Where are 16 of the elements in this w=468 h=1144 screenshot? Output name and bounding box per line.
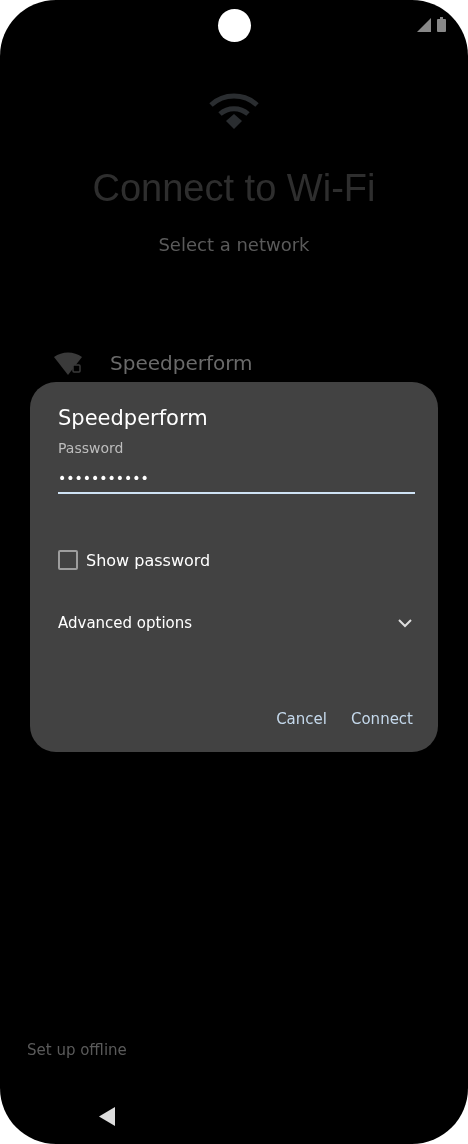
battery-icon bbox=[437, 17, 446, 32]
password-field[interactable]: ••••••••••• bbox=[58, 468, 415, 494]
chevron-icon[interactable] bbox=[398, 618, 412, 628]
page-subtitle: Select a network bbox=[158, 234, 310, 255]
network-name[interactable]: Speedperform bbox=[110, 352, 253, 374]
checkbox[interactable] bbox=[58, 550, 78, 570]
wifi-icon bbox=[209, 93, 259, 129]
advanced-options-label[interactable]: Advanced options bbox=[58, 614, 193, 632]
dialog-title: Speedperform bbox=[58, 406, 209, 430]
signal-icon bbox=[417, 18, 431, 32]
password-label: Password bbox=[58, 440, 125, 456]
back-icon[interactable] bbox=[99, 1107, 115, 1126]
checkbox-label: Show password bbox=[86, 550, 211, 570]
camera-hole bbox=[218, 9, 251, 42]
dialog-button[interactable]: Connect bbox=[348, 706, 415, 732]
dialog-button[interactable]: Cancel bbox=[274, 706, 329, 732]
